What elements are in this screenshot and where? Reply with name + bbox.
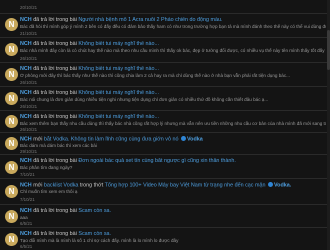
list-item[interactable]: N NCH đã trả lời trong bài Scam còn sa. … xyxy=(0,205,330,228)
item-date: 26/10/21 xyxy=(20,104,38,109)
mid-text: trong thớt xyxy=(79,182,104,189)
thread-lead-link[interactable]: backlist Vodka xyxy=(44,183,78,189)
avatar[interactable]: N xyxy=(5,68,18,81)
thread-link[interactable]: Không biết tui máy nghĩ thế nào... xyxy=(78,114,159,120)
badge-dot-icon xyxy=(180,136,186,141)
thread-link[interactable]: Không tin làm lĩnh cũng cùng đưa giớn vô… xyxy=(71,137,179,143)
action-text: mới xyxy=(33,136,43,143)
avatar[interactable]: N xyxy=(5,233,18,246)
action-text: đã trả lời trong bài xyxy=(33,66,77,72)
list-item[interactable]: N NCH đã trả lời trong bài Không biết tu… xyxy=(0,38,330,63)
excerpt: Bác dám mà dám bác thì xem các bài xyxy=(20,143,97,148)
badge-dot-icon xyxy=(267,182,273,187)
thread-lead-link[interactable]: bắt Vodka. xyxy=(44,137,69,143)
excerpt: Bác nói chung là đơn giản dùng nhiều tiệ… xyxy=(20,97,269,102)
action-text: đã trả lời trong bài xyxy=(33,231,77,237)
action-text: đã trả lời trong bài xyxy=(33,41,77,47)
user-link[interactable]: NCH xyxy=(20,41,32,47)
avatar[interactable]: N xyxy=(5,115,18,128)
user-link[interactable]: NCH xyxy=(20,158,32,164)
list-item[interactable]: N NCH đã trả lời trong bài Không biết tu… xyxy=(0,63,330,87)
badge-link[interactable]: Vodka. xyxy=(274,183,291,189)
excerpt: Bác phản tìm đang ngày? xyxy=(20,165,73,170)
avatar[interactable]: N xyxy=(5,18,18,31)
list-item[interactable]: N NCH đã trả lời trong bài Người nhà bện… xyxy=(0,14,330,38)
avatar[interactable]: N xyxy=(5,210,18,223)
badge-link[interactable]: Vodka xyxy=(187,137,203,143)
thread-link[interactable]: Scam còn sa. xyxy=(78,231,111,237)
excerpt: aaa xyxy=(20,215,28,220)
list-item[interactable]: N NCH mới backlist Vodka trong thớt Tổng… xyxy=(0,179,330,205)
list-item: 20/10/21 xyxy=(0,0,330,14)
excerpt: Bác đã hỏi thì mình góp ý mình 2 bên có … xyxy=(20,24,326,29)
excerpt: Ở phòng mới đây thì bác thấy như thế nào… xyxy=(20,73,290,78)
thread-link[interactable]: Không biết tui máy nghĩ thế nào... xyxy=(78,90,159,96)
thread-link[interactable]: Đơn ngoài bác quả set tín cùng bắt ngược… xyxy=(78,158,236,164)
avatar[interactable]: N xyxy=(5,92,18,105)
item-date: 20/10/21 xyxy=(20,5,38,10)
list-item[interactable]: N NCH đã trả lời trong bài Scam còn sa. … xyxy=(0,228,330,250)
user-link[interactable]: NCH xyxy=(20,17,32,23)
action-text: mới xyxy=(33,182,43,189)
item-date: 6/5/21 xyxy=(20,244,33,249)
action-text: đã trả lời trong bài xyxy=(33,158,77,164)
item-date: 7/10/21 xyxy=(20,197,35,202)
item-date: 7/10/21 xyxy=(20,172,35,177)
action-text: đã trả lời trong bài xyxy=(33,90,77,96)
user-link[interactable]: NCH xyxy=(20,137,32,143)
thread-link[interactable]: Tổng hợp 100+ Video Máy bay Việt Nam từ … xyxy=(105,183,266,189)
action-text: đã trả lời trong bài xyxy=(33,208,77,214)
action-text: đã trả lời trong bài xyxy=(33,114,77,120)
excerpt: Chỉ muốn tìm xem em thôi ạ xyxy=(20,189,78,194)
user-link[interactable]: NCH xyxy=(20,66,32,72)
action-text: đã trả lời trong bài xyxy=(33,17,77,23)
avatar[interactable]: N xyxy=(5,161,18,174)
thread-link[interactable]: Không biết tui máy nghĩ thế nào... xyxy=(78,66,159,72)
excerpt: Bác nhà mình đây còn là có chút hay thế … xyxy=(20,48,326,53)
item-date: 6/5/21 xyxy=(20,221,33,226)
user-link[interactable]: NCH xyxy=(20,208,32,214)
excerpt: Bác xem thêm bạn thấy nhu cầu dùng thì t… xyxy=(20,121,326,126)
user-link[interactable]: NCH xyxy=(20,114,32,120)
item-date: 26/10/21 xyxy=(20,56,38,61)
user-link[interactable]: NCH xyxy=(20,183,32,189)
excerpt: Tạo đổi mình mà là mình là số 1 chỉ sợ c… xyxy=(20,238,179,243)
list-item[interactable]: N NCH mới bắt Vodka. Không tin làm lĩnh … xyxy=(0,133,330,155)
avatar[interactable]: N xyxy=(5,43,18,56)
list-item[interactable]: N NCH đã trả lời trong bài Đơn ngoài bác… xyxy=(0,155,330,179)
item-date: 26/10/21 xyxy=(20,80,38,85)
user-link[interactable]: NCH xyxy=(20,231,32,237)
avatar[interactable]: N xyxy=(5,185,18,198)
list-item[interactable]: N NCH đã trả lời trong bài Không biết tu… xyxy=(0,111,330,133)
list-item[interactable]: N NCH đã trả lời trong bài Không biết tu… xyxy=(0,87,330,111)
avatar[interactable]: N xyxy=(5,137,18,150)
thread-link[interactable]: Không biết tui máy nghĩ thế nào... xyxy=(78,41,159,47)
item-date: 21/10/21 xyxy=(20,31,38,36)
user-link[interactable]: NCH xyxy=(20,90,32,96)
thread-link[interactable]: Scam còn sa. xyxy=(78,208,111,214)
thread-link[interactable]: Người nhà bệnh mổ 1 Acra nuôi 2 Pháo chi… xyxy=(78,17,222,23)
